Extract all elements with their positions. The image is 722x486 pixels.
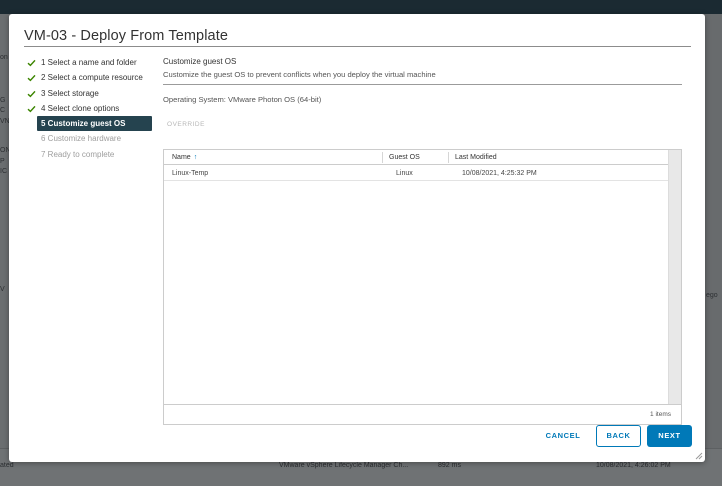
grid-scrollbar[interactable] [668,150,681,404]
cell-last-modified: 10/08/2021, 4:25:32 PM [462,170,537,177]
grid-footer: 1 items [164,404,681,424]
wizard-step-label: 7 Ready to complete [41,149,115,159]
table-row[interactable]: Linux-Temp Linux 10/08/2021, 4:25:32 PM [164,166,668,181]
wizard-step-label: 5 Customize guest OS [41,119,126,129]
wizard-step-customize-hardware: 6 Customize hardware [27,131,153,146]
wizard-step-customize-guest-os[interactable]: 5 Customize guest OS [37,116,152,132]
background-task-cell: 892 ms [438,462,461,469]
grid-header: Name ↑ Guest OS Last Modified [164,150,668,165]
sort-ascending-icon: ↑ [193,154,198,161]
wizard-step-label: 4 Select clone options [41,103,120,113]
background-fragment: G [0,97,6,104]
customization-spec-grid: Name ↑ Guest OS Last Modified Linux-Temp … [163,149,682,425]
check-icon [27,75,36,82]
background-panel [705,14,722,448]
title-divider [24,46,691,47]
section-divider [163,84,682,85]
check-icon [27,59,36,67]
wizard-step-label: 3 Select storage [41,88,99,98]
wizard-step-storage[interactable]: 3 Select storage [27,86,153,101]
cell-name: Linux-Temp [172,170,209,177]
column-divider[interactable] [448,152,449,163]
background-task-cell: 10/08/2021, 4:26:02 PM [596,462,671,469]
deploy-from-template-dialog: VM-03 - Deploy From Template 1 Select a … [9,14,705,462]
back-button[interactable]: BACK [596,425,641,447]
dialog-title: VM-03 - Deploy From Template [24,28,228,44]
background-fragment: C [0,107,6,114]
column-header-guest-os[interactable]: Guest OS [389,150,420,165]
background-fragment: IC [0,168,7,175]
check-icon [27,90,36,97]
cancel-button[interactable]: CANCEL [535,425,591,447]
wizard-step-clone-options[interactable]: 4 Select clone options [27,101,153,116]
operating-system-label: Operating System: VMware Photon OS (64-b… [163,95,322,104]
override-button[interactable]: OVERRIDE [163,118,209,132]
next-button[interactable]: NEXT [647,425,692,447]
section-title: Customize guest OS [163,57,237,66]
background-task-cell: VMware vSphere Lifecycle Manager Ch... [279,462,409,469]
column-header-label: Name [172,154,191,161]
check-icon [27,105,36,113]
app-header-bar [0,0,722,14]
column-header-name[interactable]: Name ↑ [172,150,197,165]
background-fragment: V [0,286,5,293]
background-fragment: on [0,54,8,61]
wizard-steps: 1 Select a name and folder 2 Select a co… [27,55,153,162]
wizard-step-compute-resource[interactable]: 2 Select a compute resource [27,70,153,85]
background-fragment: ego [706,292,718,299]
wizard-step-label: 1 Select a name and folder [41,58,137,67]
resize-handle-icon[interactable] [695,452,703,460]
wizard-step-ready-to-complete: 7 Ready to complete [27,147,153,162]
item-count: 1 items [650,411,671,418]
column-header-last-modified[interactable]: Last Modified [455,150,497,165]
column-divider[interactable] [382,152,383,163]
wizard-step-label: 2 Select a compute resource [41,73,143,83]
wizard-step-label: 6 Customize hardware [41,134,122,144]
wizard-step-name-folder[interactable]: 1 Select a name and folder [27,55,153,70]
background-task-cell: ated [0,462,14,469]
cell-guest-os: Linux [396,170,413,177]
section-subtitle: Customize the guest OS to prevent confli… [163,70,436,79]
background-fragment: P [0,158,5,165]
